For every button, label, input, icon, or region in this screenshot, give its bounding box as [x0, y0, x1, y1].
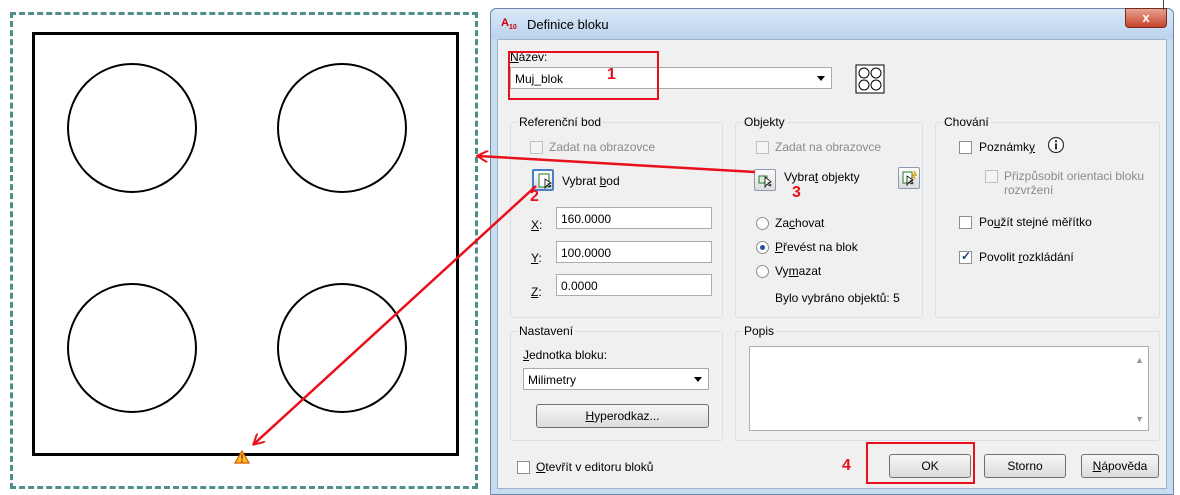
obj-specify-onscreen-checkbox[interactable]	[756, 141, 769, 154]
z-coordinate-input[interactable]: 0.0000	[556, 274, 712, 296]
allow-explode-label: Povolit rozkládání	[979, 250, 1074, 264]
block-unit-value: Milimetry	[528, 373, 576, 387]
description-title: Popis	[742, 324, 777, 338]
drawing-canvas[interactable]	[0, 0, 486, 495]
open-in-block-editor-label: Otevřít v editoru bloků	[536, 460, 654, 474]
select-objects-label: Vybrat objekty	[784, 170, 860, 184]
delete-radio[interactable]	[756, 265, 769, 278]
retain-label: Zachovat	[775, 216, 825, 230]
open-in-block-editor-checkbox[interactable]	[517, 461, 530, 474]
delete-label: Vymazat	[775, 264, 822, 278]
retain-radio[interactable]	[756, 217, 769, 230]
help-button[interactable]: Nápověda	[1081, 454, 1159, 478]
quick-select-icon	[902, 170, 918, 186]
annotation-number-3: 3	[792, 184, 801, 201]
annotation-box-ok	[866, 442, 975, 484]
settings-title: Nastavení	[517, 324, 576, 338]
scroll-down-icon[interactable]: ▼	[1135, 414, 1144, 424]
chevron-down-icon	[694, 377, 702, 382]
circle-top-left	[67, 63, 197, 193]
y-label: Y:	[531, 251, 542, 265]
match-orientation-label-line2: rozvržení	[1004, 183, 1054, 197]
cancel-button[interactable]: Storno	[984, 454, 1066, 478]
annotative-checkbox[interactable]	[959, 141, 972, 154]
circle-bottom-right	[277, 283, 407, 413]
objects-title: Objekty	[742, 115, 787, 129]
reference-point-title: Referenční bod	[517, 115, 604, 129]
close-button[interactable]: x	[1125, 8, 1167, 28]
select-objects-icon	[758, 175, 772, 188]
info-icon[interactable]	[1047, 136, 1065, 154]
description-textarea[interactable]: ▲ ▼	[749, 346, 1149, 431]
y-coordinate-input[interactable]: 100.0000	[556, 241, 712, 263]
chevron-down-icon	[817, 76, 825, 81]
ref-specify-onscreen-checkbox[interactable]	[530, 141, 543, 154]
block-preview-icon	[855, 64, 885, 94]
annotation-box-name	[508, 51, 659, 100]
dialog-title: Definice bloku	[527, 17, 609, 32]
hyperlink-button[interactable]: Hyperodkaz...	[536, 404, 709, 428]
selected-count-text: Bylo vybráno objektů: 5	[775, 291, 900, 305]
quick-select-button[interactable]	[898, 167, 920, 189]
autocad-app-icon: A10	[501, 17, 517, 32]
z-label: Z:	[531, 285, 542, 299]
pick-point-label: Vybrat bod	[562, 174, 620, 188]
dialog-titlebar: A10 Definice bloku x	[491, 8, 1173, 39]
window-edge-tick	[1163, 0, 1164, 10]
warning-icon	[234, 450, 250, 464]
x-label: X:	[531, 218, 543, 232]
x-coordinate-input[interactable]: 160.0000	[556, 207, 712, 229]
match-orientation-checkbox[interactable]	[985, 170, 998, 183]
circle-top-right	[277, 63, 407, 193]
scroll-up-icon[interactable]: ▲	[1135, 355, 1144, 365]
circle-bottom-left	[67, 283, 197, 413]
dialog-body: Název: Muj_blok Referenční bod Zadat na …	[497, 39, 1167, 489]
block-unit-select[interactable]: Milimetry	[523, 368, 709, 390]
annotation-number-4: 4	[842, 457, 851, 474]
convert-to-block-label: Převést na blok	[775, 240, 858, 254]
ref-specify-onscreen-label: Zadat na obrazovce	[549, 140, 656, 154]
uniform-scale-label: Použít stejné měřítko	[979, 215, 1092, 229]
annotation-number-2: 2	[530, 188, 539, 205]
select-objects-button[interactable]	[754, 169, 776, 191]
convert-to-block-radio[interactable]	[756, 241, 769, 254]
behavior-title: Chování	[942, 115, 991, 129]
allow-explode-checkbox[interactable]	[959, 249, 972, 264]
annotation-number-1: 1	[607, 66, 616, 83]
close-icon: x	[1142, 10, 1150, 25]
block-unit-label: Jednotka bloku:	[523, 348, 608, 362]
uniform-scale-checkbox[interactable]	[959, 216, 972, 229]
obj-specify-onscreen-label: Zadat na obrazovce	[775, 140, 882, 154]
pick-point-icon	[538, 173, 552, 189]
annotative-label: Poznámky	[979, 140, 1036, 154]
match-orientation-label-line1: Přizpůsobit orientaci bloku	[1004, 169, 1145, 183]
